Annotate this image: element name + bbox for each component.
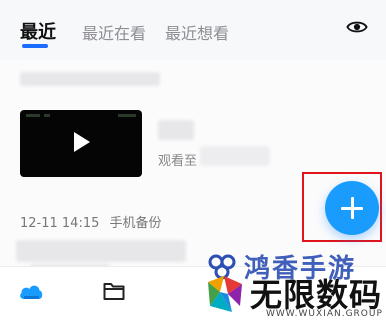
watermark-logo: 鸿香手游 无限数码 WWW.WUXIAN.GROUP bbox=[198, 246, 386, 322]
add-button[interactable] bbox=[325, 181, 379, 235]
thumbnail-topbar bbox=[26, 114, 136, 118]
blurred-video-title bbox=[158, 120, 194, 140]
blurred-backup-item bbox=[16, 240, 186, 262]
cloud-icon[interactable] bbox=[18, 281, 44, 301]
recent-video-thumbnail[interactable] bbox=[20, 110, 142, 177]
top-tab-bar: 最近 最近在看 最近想看 bbox=[0, 0, 386, 60]
tab-recently-watching[interactable]: 最近在看 bbox=[82, 20, 146, 44]
backup-section-header: 12-11 14:15 手机备份 bbox=[20, 212, 162, 231]
eye-icon[interactable] bbox=[346, 16, 368, 38]
play-icon bbox=[74, 132, 90, 152]
folder-icon[interactable] bbox=[103, 281, 125, 301]
wm-url-text: WWW.WUXIAN.GROUP bbox=[266, 309, 383, 319]
blurred-watch-time bbox=[200, 146, 270, 166]
blurred-header-text bbox=[20, 72, 160, 86]
backup-title: 手机备份 bbox=[109, 216, 162, 231]
wm-logo-icon bbox=[208, 276, 242, 312]
backup-date: 12-11 14:15 bbox=[20, 216, 100, 231]
active-tab-indicator bbox=[22, 44, 48, 48]
watched-progress-text: 观看至 bbox=[158, 154, 198, 169]
app-screen: 最近 最近在看 最近想看 观看至 12-11 14:15 手机备份 鸿香手游 无… bbox=[0, 0, 386, 322]
tab-want-to-watch[interactable]: 最近想看 bbox=[165, 20, 229, 44]
tab-recent[interactable]: 最近 bbox=[20, 18, 56, 44]
